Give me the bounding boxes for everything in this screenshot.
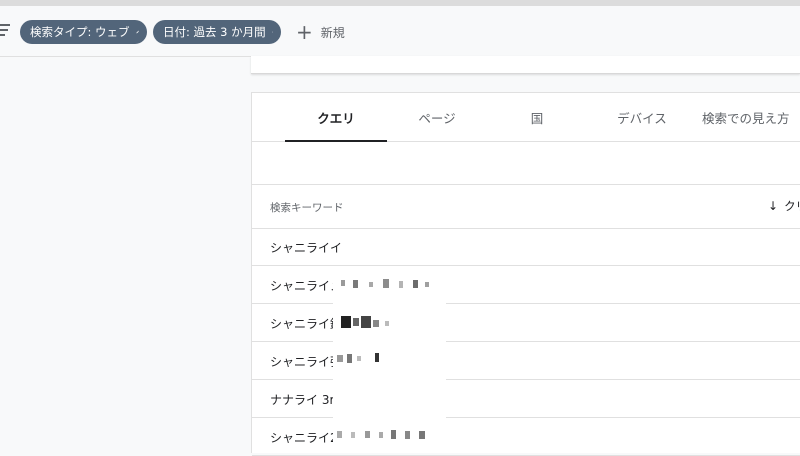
tab-queries[interactable]: クエリ xyxy=(285,93,387,142)
column-header-keyword[interactable]: 検索キーワード xyxy=(270,200,344,215)
tab-pages[interactable]: ページ xyxy=(387,93,487,141)
query-text: シャニライメ xyxy=(270,278,343,293)
chip-label: 検索タイプ: ウェブ xyxy=(30,25,130,39)
tab-devices[interactable]: デバイス xyxy=(587,93,697,141)
table-row[interactable]: シャニライイ xyxy=(252,229,800,266)
dimension-tabs: クエリ ページ 国 デバイス 検索での見え方 xyxy=(252,93,800,142)
redaction-mask xyxy=(333,266,446,446)
search-type-chip[interactable]: 検索タイプ: ウェブ xyxy=(20,20,147,44)
chip-label: 日付: 過去 3 か月間 xyxy=(163,25,266,39)
filter-icon[interactable] xyxy=(0,24,10,38)
plus-icon: + xyxy=(296,20,313,44)
tab-search-appearance[interactable]: 検索での見え方 xyxy=(702,93,800,141)
pencil-icon xyxy=(271,31,273,33)
table-toolbar xyxy=(252,142,800,185)
tab-countries[interactable]: 国 xyxy=(487,93,587,141)
add-filter-label: 新規 xyxy=(320,25,345,40)
pencil-icon xyxy=(135,30,139,34)
column-header-clicks[interactable]: ↓ クリ xyxy=(768,198,800,214)
date-range-chip[interactable]: 日付: 過去 3 か月間 xyxy=(153,20,281,44)
filter-bar: 検索タイプ: ウェブ 日付: 過去 3 か月間 + 新規 xyxy=(0,6,800,57)
sort-down-icon: ↓ xyxy=(768,199,779,213)
add-filter-button[interactable]: + 新規 xyxy=(296,21,345,43)
query-text: シャニライ鍵 xyxy=(270,316,343,331)
query-text: シャニライイ xyxy=(270,240,343,255)
query-text: シャニライ強 xyxy=(270,354,343,369)
query-text: ナナライ 3rd xyxy=(270,392,342,407)
table-header: 検索キーワード ↓ クリ xyxy=(252,185,800,229)
column-header-label: クリ xyxy=(784,199,800,213)
chart-card-bottom xyxy=(251,56,800,74)
query-text: シャニライ2 xyxy=(270,430,338,445)
